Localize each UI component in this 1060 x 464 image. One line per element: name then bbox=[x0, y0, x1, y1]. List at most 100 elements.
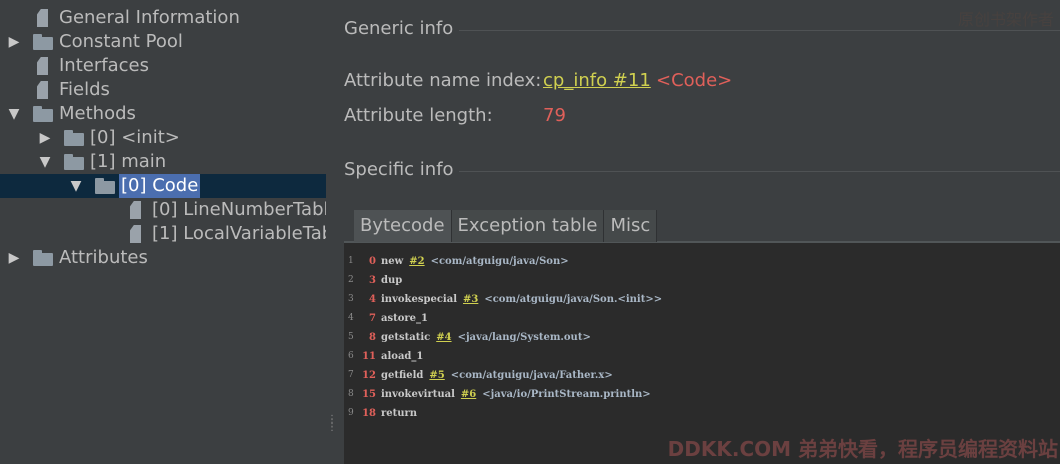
expanded-arrow-icon[interactable]: ▼ bbox=[68, 174, 84, 198]
opcode-name: dup bbox=[381, 275, 403, 286]
folder-icon bbox=[33, 106, 53, 122]
opcode: getstatic #4 <java/lang/System.out> bbox=[381, 328, 591, 347]
tree-node[interactable]: General Information bbox=[0, 6, 326, 30]
tree-node-label: Methods bbox=[59, 103, 136, 124]
opcode-name: return bbox=[381, 408, 418, 419]
opcode: astore_1 bbox=[381, 309, 428, 328]
constant-pool-ref-link[interactable]: #3 bbox=[463, 294, 478, 305]
constant-pool-ref-link[interactable]: #4 bbox=[436, 332, 451, 343]
tree-node-label: General Information bbox=[59, 7, 240, 28]
tree-node[interactable]: Interfaces bbox=[0, 54, 326, 78]
bytecode-view[interactable]: 1 0 new #2 <com/atguigu/java/Son> 2 3 dup 3 4 invo… bbox=[344, 243, 1060, 464]
generic-info-title: Generic info bbox=[344, 18, 454, 39]
bytecode-line: 6 11 aload_1 bbox=[344, 347, 1060, 366]
file-icon bbox=[33, 10, 53, 26]
opcode: dup bbox=[381, 271, 402, 290]
bytecode-line: 4 7 astore_1 bbox=[344, 309, 1060, 328]
tab-misc[interactable]: Misc bbox=[604, 210, 658, 242]
tree-node[interactable]: ▶ [0] <init> bbox=[0, 126, 326, 150]
opcode: return bbox=[381, 404, 417, 423]
file-icon bbox=[33, 58, 53, 74]
file-icon bbox=[33, 82, 53, 98]
opcode-name: getstatic bbox=[381, 332, 431, 343]
tree-node-label: Constant Pool bbox=[59, 31, 183, 52]
collapsed-arrow-icon[interactable]: ▶ bbox=[6, 246, 22, 270]
opcode: new #2 <com/atguigu/java/Son> bbox=[381, 252, 569, 271]
tree-node-label: Attributes bbox=[59, 247, 148, 268]
opcode-name: new bbox=[381, 256, 404, 267]
folder-icon bbox=[95, 178, 115, 194]
opcode-name: invokevirtual bbox=[381, 389, 455, 400]
opcode-name: aload_1 bbox=[381, 351, 424, 362]
opcode-name: invokespecial bbox=[381, 294, 457, 305]
tree-node-label: [0] LineNumberTable bbox=[152, 199, 326, 220]
tree-node[interactable]: [1] LocalVariableTable bbox=[0, 222, 326, 246]
bytecode-comment: <com/atguigu/java/Son> bbox=[430, 256, 569, 267]
specific-info-divider bbox=[459, 171, 1060, 172]
folder-icon bbox=[64, 154, 84, 170]
expanded-arrow-icon[interactable]: ▼ bbox=[6, 102, 22, 126]
expanded-arrow-icon[interactable]: ▼ bbox=[37, 150, 53, 174]
folder-icon bbox=[33, 34, 53, 50]
opcode: aload_1 bbox=[381, 347, 423, 366]
bytecode-offset: 11 bbox=[362, 351, 376, 362]
constant-pool-ref-link[interactable]: #5 bbox=[429, 370, 444, 381]
bytecode-offset: 0 bbox=[369, 256, 376, 267]
bytecode-comment: <com/atguigu/java/Son.<init>> bbox=[484, 294, 663, 305]
bytecode-offset: 4 bbox=[369, 294, 376, 305]
generic-info-divider bbox=[459, 30, 1060, 31]
attribute-name-index-link[interactable]: cp_info #11 bbox=[543, 70, 651, 91]
bytecode-line: 8 15 invokevirtual #6 <java/io/PrintStream.p… bbox=[344, 385, 1060, 404]
collapsed-arrow-icon[interactable]: ▶ bbox=[37, 126, 53, 150]
watermark-text: DDKK.COM 弟弟快看，程序员编程资料站 bbox=[667, 437, 1058, 461]
file-icon bbox=[126, 202, 146, 218]
tree-node[interactable]: ▼ Methods bbox=[0, 102, 326, 126]
opcode: invokespecial #3 <com/atguigu/java/Son.<in… bbox=[381, 290, 662, 309]
attribute-name-index-value: <Code> bbox=[656, 70, 733, 91]
watermark-top: 原创书架作者 bbox=[957, 10, 1054, 29]
tree-node[interactable]: [0] LineNumberTable bbox=[0, 198, 326, 222]
bytecode-line: 5 8 getstatic #4 <java/lang/System.out> bbox=[344, 328, 1060, 347]
tree-node[interactable]: ▼ [0] Code bbox=[0, 174, 326, 198]
bytecode-offset: 15 bbox=[362, 389, 376, 400]
tree-node-label: [1] LocalVariableTable bbox=[152, 223, 326, 244]
folder-icon bbox=[33, 250, 53, 266]
specific-info-tabs: Bytecode Exception table Misc bbox=[354, 210, 658, 242]
tree-node-label: [0] Code bbox=[119, 174, 201, 198]
bytecode-line: 9 18 return bbox=[344, 404, 1060, 423]
attribute-length-label: Attribute length: bbox=[344, 105, 493, 126]
bytecode-line: 7 12 getfield #5 <com/atguigu/java/Father.x> bbox=[344, 366, 1060, 385]
bytecode-line: 3 4 invokespecial #3 <com/atguigu/java/Son.<… bbox=[344, 290, 1060, 309]
tree-node[interactable]: Fields bbox=[0, 78, 326, 102]
specific-info-title: Specific info bbox=[344, 159, 454, 180]
opcode-name: astore_1 bbox=[381, 313, 428, 324]
tree-node-label: Interfaces bbox=[59, 55, 149, 76]
collapsed-arrow-icon[interactable]: ▶ bbox=[6, 30, 22, 54]
tree-node-label: [1] main bbox=[90, 151, 167, 172]
bytecode-offset: 8 bbox=[369, 332, 376, 343]
tree-node[interactable]: ▶ Constant Pool bbox=[0, 30, 326, 54]
folder-icon bbox=[64, 130, 84, 146]
attribute-panel: 原创书架作者 Generic info Attribute name index… bbox=[344, 0, 1060, 464]
bytecode-comment: <java/lang/System.out> bbox=[457, 332, 591, 343]
file-icon bbox=[126, 226, 146, 242]
tree-node-label: Fields bbox=[59, 79, 110, 100]
bytecode-line: 2 3 dup bbox=[344, 271, 1060, 290]
tree-node-label: [0] <init> bbox=[90, 127, 180, 148]
tree-node[interactable]: ▶ Attributes bbox=[0, 246, 326, 270]
constant-pool-ref-link[interactable]: #2 bbox=[409, 256, 424, 267]
tree-node[interactable]: ▼ [1] main bbox=[0, 150, 326, 174]
bytecode-line: 1 0 new #2 <com/atguigu/java/Son> bbox=[344, 252, 1060, 271]
opcode: getfield #5 <com/atguigu/java/Father.x> bbox=[381, 366, 613, 385]
opcode-name: getfield bbox=[381, 370, 424, 381]
bytecode-comment: <java/io/PrintStream.println> bbox=[482, 389, 651, 400]
bytecode-offset: 12 bbox=[362, 370, 376, 381]
class-structure-tree: General Information ▶ Constant Pool Interfa… bbox=[0, 0, 326, 464]
bytecode-offset: 3 bbox=[369, 275, 376, 286]
splitter-grip[interactable]: ⋮ ⋮ ⋮ bbox=[327, 415, 337, 440]
constant-pool-ref-link[interactable]: #6 bbox=[461, 389, 476, 400]
bytecode-offset: 18 bbox=[362, 408, 376, 419]
tab-exception-table[interactable]: Exception table bbox=[451, 210, 605, 242]
tab-bytecode[interactable]: Bytecode bbox=[354, 210, 452, 242]
attribute-length-value: 79 bbox=[543, 105, 566, 126]
